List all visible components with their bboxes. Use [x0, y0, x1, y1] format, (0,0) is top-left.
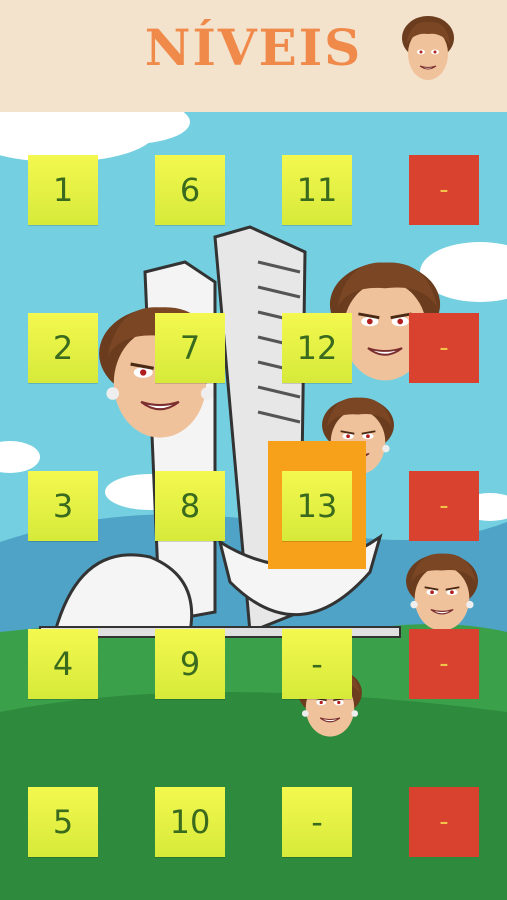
level-tile[interactable]: 10 [155, 787, 225, 857]
level-tile[interactable]: 3 [28, 471, 98, 541]
locked-level-tile[interactable]: - [409, 629, 479, 699]
level-tile[interactable]: 6 [155, 155, 225, 225]
locked-level-tile[interactable]: - [409, 471, 479, 541]
level-tile[interactable]: 4 [28, 629, 98, 699]
levels-screen: NÍVEIS 1 6 11 - 2 7 12 - 3 8 13 - 4 9 - … [0, 0, 507, 900]
level-tile[interactable]: 8 [155, 471, 225, 541]
level-tile[interactable]: 2 [28, 313, 98, 383]
level-tile[interactable]: 1 [28, 155, 98, 225]
level-tile[interactable]: 11 [282, 155, 352, 225]
level-tile[interactable]: - [282, 629, 352, 699]
level-tile[interactable]: 5 [28, 787, 98, 857]
caricature-face-icon [402, 16, 454, 80]
level-tile[interactable]: 9 [155, 629, 225, 699]
level-tile[interactable]: 12 [282, 313, 352, 383]
locked-level-tile[interactable]: - [409, 787, 479, 857]
header-bar: NÍVEIS [0, 0, 507, 112]
level-tile[interactable]: - [282, 787, 352, 857]
selected-level-tile[interactable]: 13 [282, 471, 352, 541]
locked-level-tile[interactable]: - [409, 313, 479, 383]
level-tile[interactable]: 7 [155, 313, 225, 383]
locked-level-tile[interactable]: - [409, 155, 479, 225]
